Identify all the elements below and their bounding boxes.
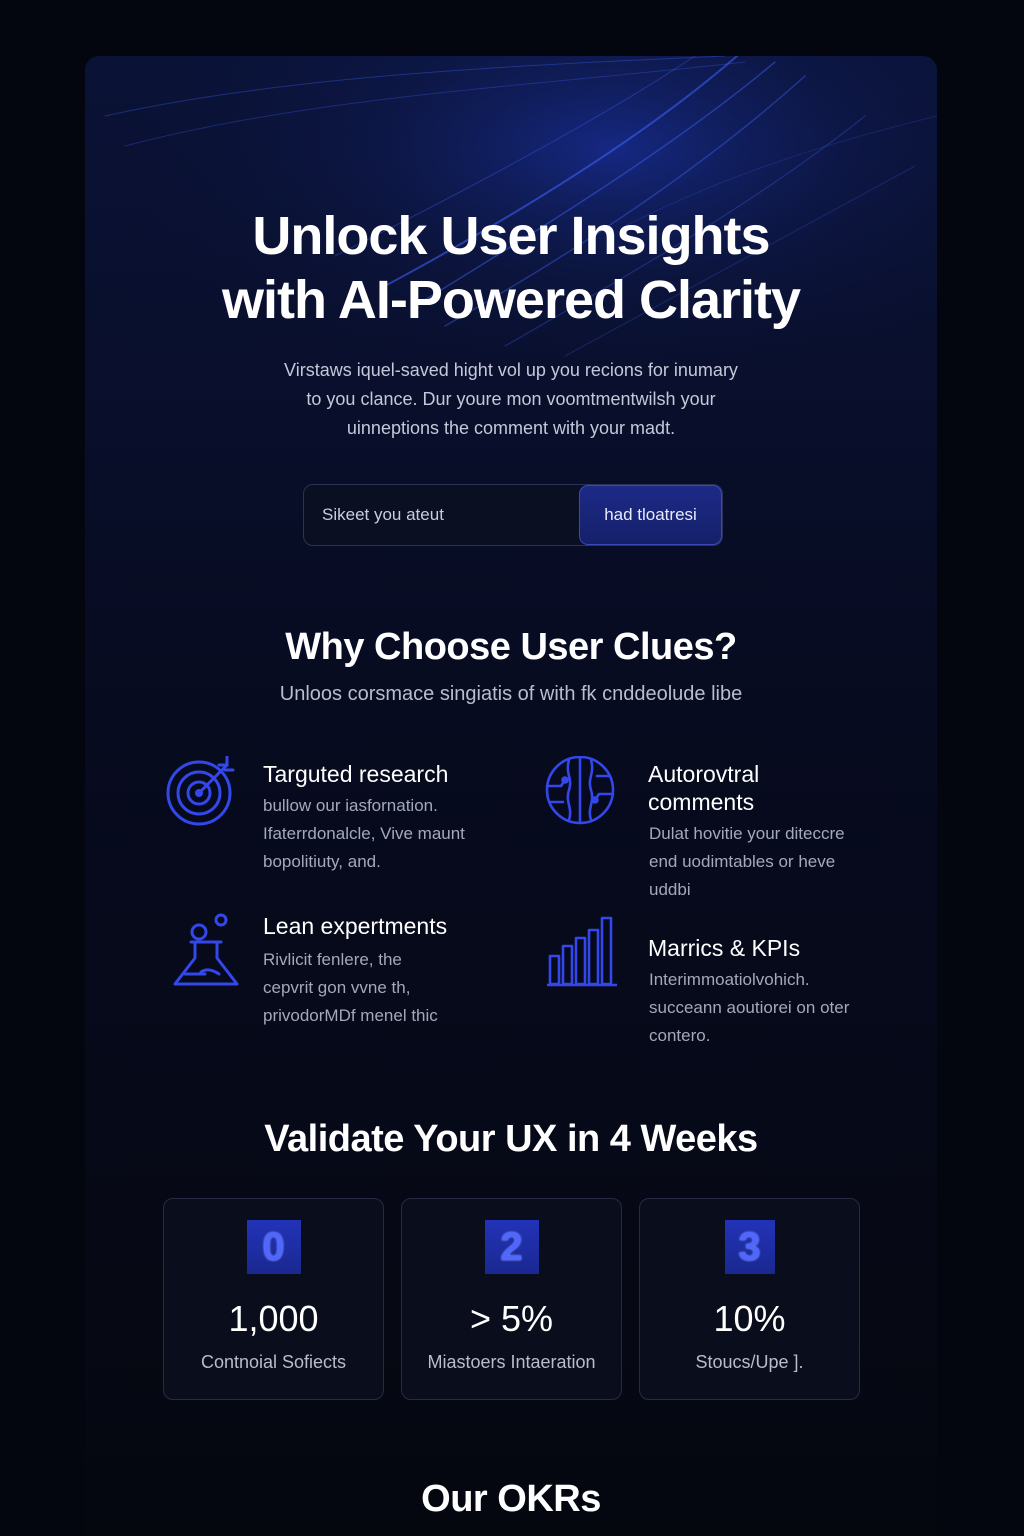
stat-card: 3 10% Stoucs/Upe ]. [639, 1198, 860, 1400]
feature-desc-line: cepvrit gon vvne th, [263, 978, 411, 997]
validate-section-title: Validate Your UX in 4 Weeks [264, 1118, 758, 1160]
feature-desc-line: end uodimtables or heve [649, 852, 836, 871]
okrs-section-title: Our OKRs [421, 1478, 601, 1520]
stat-card: 2 > 5% Miastoers Intaeration [401, 1198, 622, 1400]
landing-page: Unlock User Insights with AI-Powered Cla… [85, 56, 937, 1536]
signup-button[interactable]: had tloatresi [579, 485, 722, 545]
feature-targeted-research: Targuted research bullow our iasfornatio… [165, 756, 525, 886]
feature-desc-line: Dulat hovitie your diteccre [649, 824, 845, 843]
stat-number-badge: 2 [484, 1220, 539, 1274]
stat-label: Stoucs/Upe ]. [695, 1352, 804, 1372]
stat-value: > 5% [469, 1298, 554, 1339]
feature-description: Interimmoatiolvohich. succeann aoutiorei… [649, 966, 885, 1050]
feature-desc-line: contero. [649, 1026, 711, 1045]
stat-label: Contnoial Sofiects [200, 1352, 347, 1372]
stat-value: 10% [713, 1298, 786, 1339]
hero-subtitle-line3: uinneptions the comment with your madt. [346, 418, 676, 438]
hero-title: Unlock User Insights with AI-Powered Cla… [85, 204, 937, 332]
feature-description: Rivlicit fenlere, the cepvrit gon vvne t… [263, 946, 523, 1030]
hero-subtitle-line2: to you clance. Dur youre mon voomtmentwi… [306, 389, 716, 409]
feature-title: Autorovtral comments [648, 760, 868, 816]
bar-chart-icon [547, 916, 617, 987]
feature-title: Lean expertments [263, 913, 448, 939]
feature-desc-line: succeann aoutiorei on oter [649, 998, 850, 1017]
stat-number-badge: 0 [246, 1220, 301, 1274]
hero-title-line1: Unlock User Insights [252, 206, 770, 266]
stat-value: 1,000 [228, 1298, 319, 1339]
feature-lean-experiments: Lean expertments Rivlicit fenlere, the c… [165, 912, 525, 1042]
feature-title: Marrics & KPIs [648, 935, 801, 961]
feature-desc-line: Rivlicit fenlere, the [263, 950, 402, 969]
feature-description: bullow our iasfornation. Ifaterrdonalcle… [263, 792, 523, 876]
feature-title: Targuted research [263, 761, 449, 787]
why-section-title: Why Choose User Clues? [285, 626, 737, 668]
feature-desc-line: uddbi [649, 880, 691, 899]
feature-metrics-kpis: Marrics & KPIs Interimmoatiolvohich. suc… [547, 916, 887, 1056]
feature-title-line: Autorovtral [648, 761, 760, 787]
flask-icon [173, 913, 239, 986]
target-icon [166, 756, 235, 826]
stat-label: Miastoers Intaeration [427, 1352, 596, 1372]
hero-subtitle-line1: Virstaws iquel-saved hight vol up you re… [284, 360, 738, 380]
feature-desc-line: bopolitiuty, and. [263, 852, 381, 871]
feature-desc-line: privodorMDf menel thic [263, 1006, 438, 1025]
brain-circuit-icon [545, 756, 615, 825]
feature-automated-comments: Autorovtral comments Dulat hovitie your … [543, 756, 883, 906]
stat-card: 0 1,000 Contnoial Sofiects [163, 1198, 384, 1400]
stat-number-badge: 3 [724, 1220, 775, 1274]
hero-title-line2: with AI-Powered Clarity [221, 270, 801, 330]
email-input[interactable] [304, 485, 580, 545]
why-section-subtitle: Unloos corsmace singiatis of with fk cnd… [279, 683, 743, 705]
hero-subtitle: Virstaws iquel-saved hight vol up you re… [235, 356, 787, 443]
signup-form: had tloatresi [303, 484, 723, 546]
feature-desc-line: bullow our iasfornation. [263, 796, 438, 815]
feature-title-line: comments [648, 789, 755, 815]
feature-desc-line: Interimmoatiolvohich. [649, 970, 810, 989]
feature-description: Dulat hovitie your diteccre end uodimtab… [649, 820, 883, 904]
feature-desc-line: Ifaterrdonalcle, Vive maunt [263, 824, 465, 843]
